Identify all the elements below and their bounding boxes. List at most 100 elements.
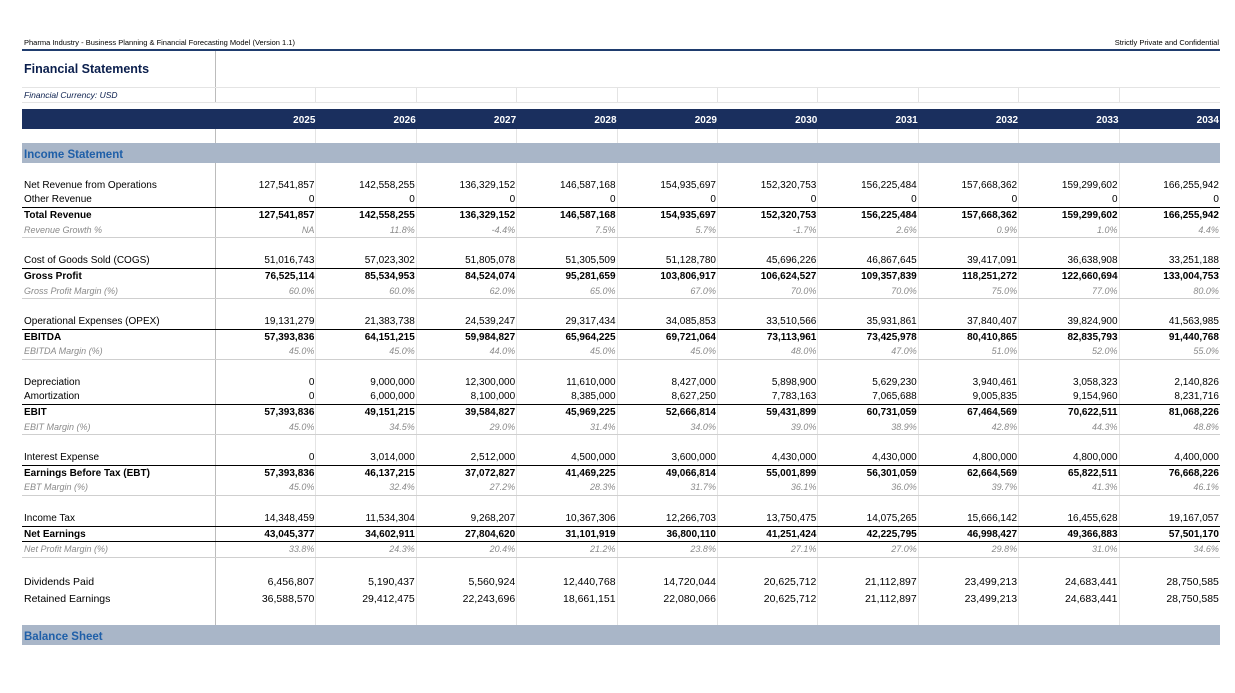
- year-header-2030: 2030: [795, 115, 818, 126]
- row-tax: Income Tax 14,348,459 11,534,304 9,268,207 1…: [22, 510, 1220, 527]
- value-cell: 31,101,919: [517, 526, 618, 542]
- value-cell: 7,065,688: [818, 389, 919, 404]
- row-gp-margin: Gross Profit Margin (%) 60.0% 60.0% 62.0% 65…: [22, 283, 1220, 300]
- value-cell: 41,563,985: [1168, 315, 1219, 327]
- value-cell: 4,800,000: [1019, 450, 1120, 465]
- value-cell: 70.0%: [818, 283, 919, 299]
- year-header-2031: 2031: [895, 115, 918, 126]
- value-cell: 80.0%: [1193, 285, 1219, 296]
- value-cell: 5,190,437: [316, 572, 417, 591]
- value-cell: 20,625,712: [718, 590, 819, 608]
- value-cell: 7.5%: [517, 222, 618, 238]
- value-cell: 34,602,911: [316, 526, 417, 542]
- row-label: Revenue Growth %: [22, 222, 216, 238]
- value-cell: 0: [618, 192, 718, 208]
- value-cell: 39.7%: [919, 480, 1020, 496]
- row-ebitda-margin: EBITDA Margin (%) 45.0% 45.0% 44.0% 45.0% 45.…: [22, 344, 1220, 360]
- value-cell: 34.0%: [618, 419, 718, 435]
- value-cell: 39,417,091: [919, 253, 1020, 268]
- row-label: Gross Profit Margin (%): [22, 283, 216, 299]
- value-cell: 45.0%: [316, 344, 417, 359]
- value-cell: 7,783,163: [718, 389, 819, 404]
- financial-statements-sheet: Pharma Industry - Business Planning & Fi…: [22, 36, 1220, 645]
- row-label: Earnings Before Tax (EBT): [22, 465, 216, 481]
- value-cell: 146,587,168: [517, 177, 618, 193]
- row-label: EBITDA: [22, 329, 216, 345]
- value-cell: 3,940,461: [919, 374, 1020, 390]
- value-cell: 70,622,511: [1019, 405, 1120, 420]
- value-cell: 44.0%: [417, 344, 518, 359]
- value-cell: 57,393,836: [216, 405, 317, 420]
- row-interest: Interest Expense 0 3,014,000 2,512,000 4,500…: [22, 450, 1220, 466]
- value-cell: 42.8%: [919, 419, 1020, 435]
- value-cell: 48.8%: [1193, 421, 1219, 432]
- row-label: EBITDA Margin (%): [22, 344, 216, 359]
- row-label: Net Profit Margin (%): [22, 542, 216, 557]
- row-np-margin: Net Profit Margin (%) 33.8% 24.3% 20.4% 21.2…: [22, 542, 1220, 558]
- value-cell: 21.2%: [517, 542, 618, 557]
- value-cell: 35,931,861: [818, 313, 919, 329]
- value-cell: 28,750,585: [1166, 575, 1219, 588]
- model-title: Pharma Industry - Business Planning & Fi…: [24, 38, 295, 47]
- value-cell: 3,600,000: [618, 450, 718, 465]
- value-cell: 41,469,225: [517, 465, 618, 481]
- value-cell: 10,367,306: [517, 510, 618, 526]
- value-cell: 47.0%: [818, 344, 919, 359]
- value-cell: 24,683,441: [1019, 590, 1120, 608]
- value-cell: 18,661,151: [517, 590, 618, 608]
- row-label: Income Tax: [22, 510, 216, 526]
- value-cell: 156,225,484: [818, 177, 919, 193]
- value-cell: 67.0%: [618, 283, 718, 299]
- value-cell: 146,587,168: [517, 208, 618, 223]
- value-cell: 136,329,152: [417, 177, 518, 193]
- row-net-earnings: Net Earnings 43,045,377 34,602,911 27,804,6…: [22, 526, 1220, 543]
- value-cell: 57,501,170: [1168, 528, 1219, 540]
- value-cell: 31.4%: [517, 419, 618, 435]
- value-cell: NA: [216, 222, 317, 238]
- year-header-2034: 2034: [1196, 115, 1219, 126]
- value-cell: 46.1%: [1193, 482, 1219, 493]
- income-statement-header: Income Statement: [22, 143, 1220, 163]
- value-cell: 52,666,814: [618, 405, 718, 420]
- value-cell: 27,804,620: [417, 526, 518, 542]
- row-ebit-margin: EBIT Margin (%) 45.0% 34.5% 29.0% 31.4% 34.0%…: [22, 419, 1220, 436]
- row-label: Amortization: [22, 389, 216, 404]
- value-cell: 45.0%: [517, 344, 618, 359]
- value-cell: 106,624,527: [718, 268, 819, 284]
- year-header-2033: 2033: [1096, 115, 1119, 126]
- value-cell: 57,393,836: [216, 465, 317, 481]
- value-cell: 20,625,712: [718, 572, 819, 591]
- value-cell: 136,329,152: [417, 208, 518, 223]
- value-cell: 127,541,857: [216, 177, 317, 193]
- value-cell: 33,251,188: [1168, 255, 1219, 267]
- value-cell: 64,151,215: [316, 329, 417, 345]
- value-cell: 67,464,569: [919, 405, 1020, 420]
- row-retained: Retained Earnings 36,588,570 29,412,475 22,…: [22, 590, 1220, 608]
- value-cell: 15,666,142: [919, 510, 1020, 526]
- row-gross-profit: Gross Profit 76,525,114 85,534,953 84,524,0…: [22, 268, 1220, 284]
- value-cell: 19,167,057: [1168, 512, 1219, 524]
- value-cell: 22,080,066: [618, 590, 718, 608]
- value-cell: 28.3%: [517, 480, 618, 496]
- value-cell: 0: [818, 192, 919, 208]
- value-cell: 36.0%: [818, 480, 919, 496]
- year-header-2027: 2027: [493, 115, 517, 126]
- value-cell: 55,001,899: [718, 465, 819, 481]
- year-header-2032: 2032: [995, 115, 1019, 126]
- balance-sheet-header: Balance Sheet: [22, 624, 1220, 645]
- row-total-rev: Total Revenue 127,541,857 142,558,255 136,3…: [22, 208, 1220, 223]
- value-cell: 157,668,362: [919, 208, 1020, 223]
- value-cell: -4.4%: [417, 222, 518, 238]
- row-label: Net Earnings: [22, 526, 216, 542]
- year-header-2026: 2026: [393, 115, 416, 126]
- value-cell: 0: [1213, 194, 1219, 206]
- value-cell: 49,151,215: [316, 405, 417, 420]
- value-cell: 152,320,753: [718, 177, 819, 193]
- value-cell: 6,000,000: [316, 389, 417, 404]
- value-cell: 37,072,827: [417, 465, 518, 481]
- balance-sheet-title: Balance Sheet: [22, 624, 216, 645]
- value-cell: 49,366,883: [1019, 526, 1120, 542]
- value-cell: 5,629,230: [818, 374, 919, 390]
- row-net-rev: Net Revenue from Operations 127,541,857 14…: [22, 177, 1220, 193]
- value-cell: 1.0%: [1019, 222, 1120, 238]
